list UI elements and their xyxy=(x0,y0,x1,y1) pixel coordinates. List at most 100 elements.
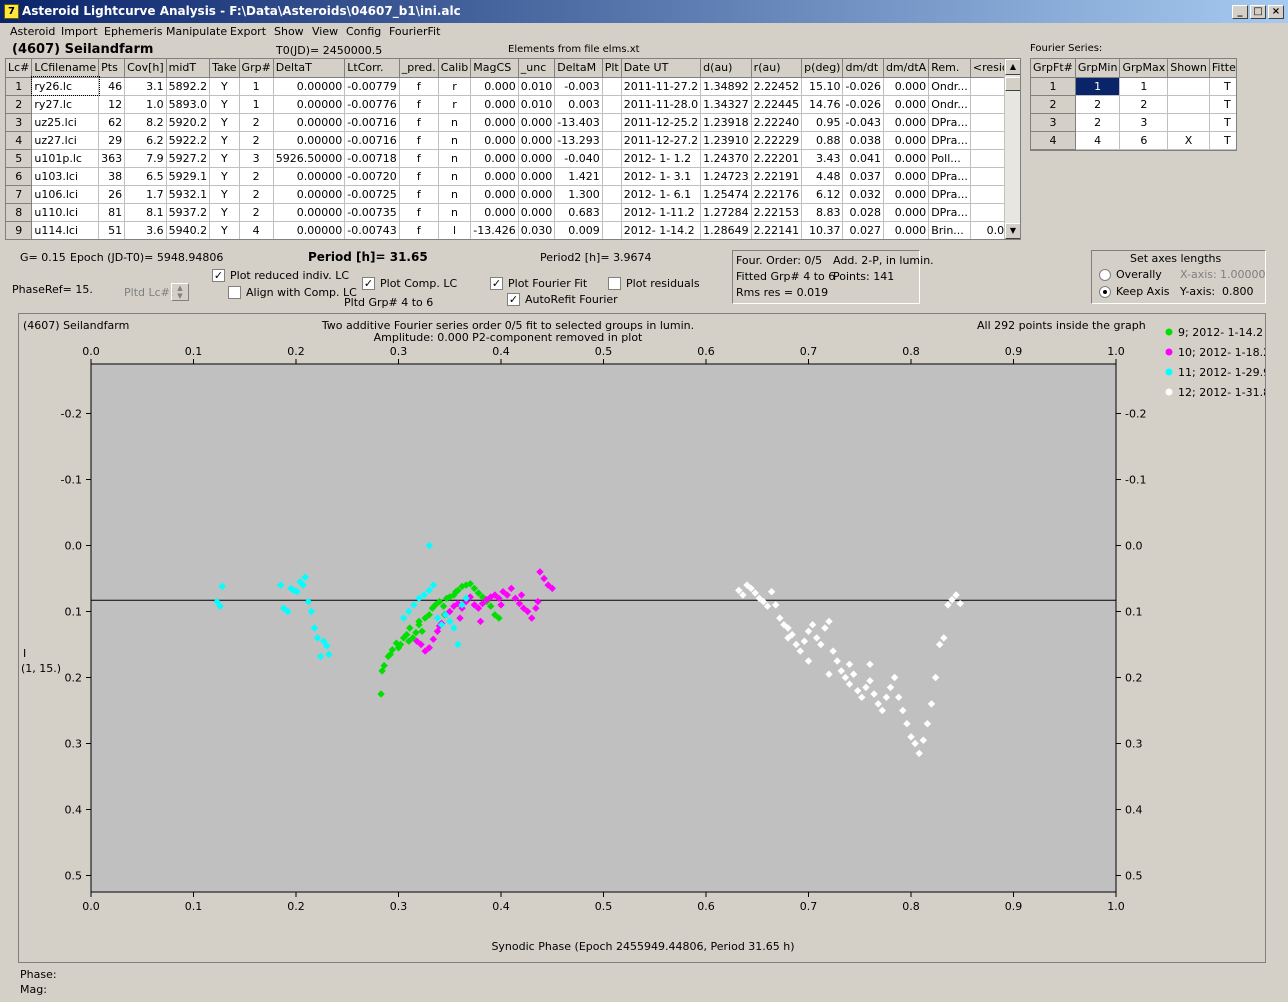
table-cell[interactable]: 3 xyxy=(239,149,274,168)
x-axis-value[interactable]: 1.00000 xyxy=(1220,268,1266,281)
table-cell[interactable]: n xyxy=(438,203,472,222)
table-cell[interactable]: Y xyxy=(209,221,240,239)
table-cell[interactable]: f xyxy=(399,77,439,96)
table-cell[interactable] xyxy=(602,149,622,168)
table-row[interactable]: 3 uz25.lci 62 8.2 5920.2 Y 2 0.00000 -0.00716 f n 0… xyxy=(6,113,1020,132)
fourier-cell[interactable]: T xyxy=(1209,113,1236,132)
table-cell[interactable]: DPra... xyxy=(928,167,971,186)
table-cell[interactable]: 12 xyxy=(98,95,126,114)
row-header[interactable]: 8 xyxy=(6,203,33,222)
table-cell[interactable]: 0.000 xyxy=(518,203,556,222)
y-axis-value[interactable]: 0.800 xyxy=(1222,285,1254,298)
column-header[interactable]: Grp# xyxy=(239,59,274,78)
column-header[interactable]: MagCS xyxy=(470,59,519,78)
table-cell[interactable]: 1.300 xyxy=(554,185,603,204)
table-cell[interactable]: -0.026 xyxy=(842,95,884,114)
table-cell[interactable]: 0.009 xyxy=(554,221,603,239)
table-cell[interactable]: 0.032 xyxy=(842,185,884,204)
table-cell[interactable]: Y xyxy=(209,149,240,168)
fourier-row[interactable]: 222T xyxy=(1031,95,1236,114)
fourier-row[interactable]: 323 T xyxy=(1031,113,1236,132)
table-cell[interactable]: u101p.lc xyxy=(31,149,100,168)
close-button[interactable]: × xyxy=(1268,5,1284,19)
table-cell[interactable]: 2 xyxy=(239,131,274,150)
table-cell[interactable]: Poll... xyxy=(928,149,971,168)
table-cell[interactable]: 0.95 xyxy=(801,113,844,132)
scroll-down-button[interactable]: ▼ xyxy=(1005,223,1020,239)
table-cell[interactable]: f xyxy=(399,149,439,168)
table-cell[interactable]: 7.9 xyxy=(124,149,167,168)
plot-residuals-checkbox[interactable] xyxy=(608,277,621,290)
table-cell[interactable]: 3.6 xyxy=(124,221,167,239)
table-cell[interactable]: 1.24370 xyxy=(700,149,752,168)
row-header[interactable]: 5 xyxy=(6,149,33,168)
table-cell[interactable]: 2 xyxy=(239,167,274,186)
table-cell[interactable]: 2 xyxy=(239,185,274,204)
column-header[interactable]: DeltaM xyxy=(554,59,603,78)
menu-config[interactable]: Config xyxy=(346,25,381,38)
overally-radio[interactable] xyxy=(1099,269,1111,281)
table-cell[interactable]: Y xyxy=(209,77,240,96)
table-cell[interactable]: 0.010 xyxy=(518,95,556,114)
menu-fourierfit[interactable]: FourierFit xyxy=(389,25,440,38)
table-cell[interactable]: DPra... xyxy=(928,113,971,132)
table-cell[interactable]: 2011-12-25.2 xyxy=(621,113,702,132)
table-cell[interactable]: -0.00718 xyxy=(344,149,400,168)
table-cell[interactable]: 1 xyxy=(239,95,274,114)
table-cell[interactable]: 1.23918 xyxy=(700,113,752,132)
fourier-cell[interactable]: X xyxy=(1167,131,1210,150)
table-cell[interactable]: 6.2 xyxy=(124,131,167,150)
table-cell[interactable]: 29 xyxy=(98,131,126,150)
autorefit-checkbox[interactable]: ✓ xyxy=(507,293,520,306)
menu-ephemeris[interactable]: Ephemeris xyxy=(104,25,162,38)
table-cell[interactable] xyxy=(602,113,622,132)
table-cell[interactable]: 2.22445 xyxy=(751,95,803,114)
menu-export[interactable]: Export xyxy=(230,25,266,38)
table-cell[interactable]: 0.000 xyxy=(518,167,556,186)
maximize-button[interactable]: □ xyxy=(1250,5,1266,19)
table-cell[interactable]: 363 xyxy=(98,149,126,168)
table-cell[interactable]: 0.00000 xyxy=(273,203,346,222)
table-cell[interactable]: 2 xyxy=(239,203,274,222)
table-cell[interactable]: n xyxy=(438,185,472,204)
table-cell[interactable]: 0.000 xyxy=(470,203,519,222)
keep-axis-radio[interactable] xyxy=(1099,286,1111,298)
fourier-column-header[interactable]: Shown xyxy=(1167,59,1210,78)
table-cell[interactable]: 0.000 xyxy=(883,203,930,222)
fourier-cell[interactable]: 6 xyxy=(1119,131,1169,150)
table-cell[interactable]: f xyxy=(399,131,439,150)
table-row[interactable]: 5 u101p.lc 363 7.9 5927.2 Y 3 5926.50000 -0.0071… xyxy=(6,149,1020,168)
fourier-cell[interactable] xyxy=(1167,77,1210,96)
table-cell[interactable]: 10.37 xyxy=(801,221,844,239)
table-cell[interactable]: ry26.lc xyxy=(30,76,100,96)
row-header[interactable]: 7 xyxy=(6,185,33,204)
menu-asteroid[interactable]: Asteroid xyxy=(10,25,55,38)
table-cell[interactable]: 0.000 xyxy=(470,77,519,96)
table-cell[interactable]: -0.00743 xyxy=(344,221,400,239)
table-cell[interactable]: 4 xyxy=(239,221,274,239)
table-cell[interactable]: l xyxy=(438,221,472,239)
table-cell[interactable]: DPra... xyxy=(928,185,971,204)
fourier-row-header[interactable]: 2 xyxy=(1031,95,1076,114)
table-cell[interactable]: 1.0 xyxy=(124,95,167,114)
table-cell[interactable]: f xyxy=(399,203,439,222)
table-cell[interactable]: 5892.2 xyxy=(166,77,211,96)
table-cell[interactable]: 0.00000 xyxy=(273,113,346,132)
scroll-thumb[interactable] xyxy=(1005,77,1020,91)
column-header[interactable]: DeltaT xyxy=(273,59,346,78)
table-cell[interactable]: 1.34327 xyxy=(700,95,752,114)
table-cell[interactable]: 6.5 xyxy=(124,167,167,186)
table-cell[interactable]: 1.24723 xyxy=(700,167,752,186)
table-cell[interactable]: -0.00716 xyxy=(344,131,400,150)
table-row[interactable]: 9 u114.lci 51 3.6 5940.2 Y 4 0.00000 -0.00743 f l -… xyxy=(6,221,1020,239)
menu-view[interactable]: View xyxy=(312,25,338,38)
column-header[interactable]: Calib xyxy=(438,59,472,78)
table-cell[interactable]: 5940.2 xyxy=(166,221,211,239)
table-cell[interactable]: Y xyxy=(209,95,240,114)
table-cell[interactable]: 0.000 xyxy=(518,185,556,204)
table-cell[interactable]: -0.003 xyxy=(554,77,603,96)
table-cell[interactable]: 1.34892 xyxy=(700,77,752,96)
lightcurve-plot[interactable]: (4607) Seilandfarm Two additive Fourier … xyxy=(19,314,1265,962)
table-cell[interactable]: 5929.1 xyxy=(166,167,211,186)
table-cell[interactable]: 0.00000 xyxy=(273,131,346,150)
